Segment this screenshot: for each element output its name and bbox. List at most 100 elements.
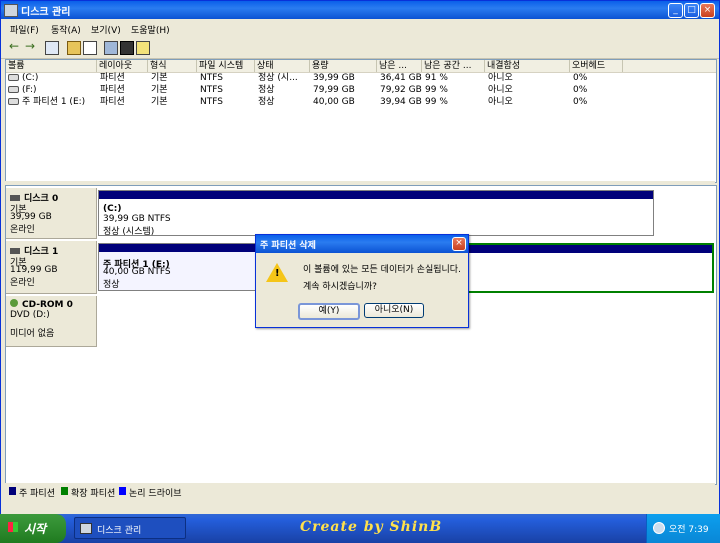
rescan-icon[interactable] (104, 41, 118, 55)
row-overhead: 0% (573, 85, 588, 95)
window-title: 디스크 관리 (21, 7, 71, 18)
row-type: 기본 (151, 97, 168, 107)
cdrom-0-name: CD-ROM 0 (10, 299, 73, 310)
row-capacity: 39,99 GB (313, 73, 355, 83)
drive-icon (8, 86, 19, 93)
list-icon[interactable] (136, 41, 150, 55)
refresh-icon[interactable] (83, 41, 97, 55)
column-free[interactable]: 남은 ... (377, 60, 422, 72)
row-layout: 파티션 (100, 97, 125, 107)
system-tray: 오전 7:39 (646, 514, 720, 543)
row-capacity: 40,00 GB (313, 97, 355, 107)
menu-bar: 파일(F) 동작(A) 보기(V) 도움말(H) (1, 20, 719, 37)
help-icon[interactable] (67, 41, 81, 55)
table-row[interactable]: (F:) 파티션 기본 NTFS 정상 79,99 GB 79,92 GB 99… (6, 84, 716, 96)
warning-icon-mark: ! (275, 268, 280, 279)
menu-view[interactable]: 보기(V) (91, 23, 121, 36)
column-status[interactable]: 상태 (255, 60, 310, 72)
drive-icon (8, 98, 19, 105)
row-filesystem: NTFS (200, 97, 223, 107)
back-arrow-icon[interactable]: ← (9, 40, 21, 53)
hard-disk-icon (10, 248, 20, 254)
volume-c[interactable]: (C:) 39,99 GB NTFS 정상 (시스템) (98, 190, 654, 237)
cdrom-0-status: 미디어 없음 (10, 329, 55, 339)
minimize-button[interactable]: _ (668, 3, 683, 18)
disk-icon[interactable] (120, 41, 134, 55)
column-type[interactable]: 형식 (148, 60, 197, 72)
column-layout[interactable]: 레이아웃 (97, 60, 148, 72)
column-fault-tolerance[interactable]: 내결함성 (485, 60, 570, 72)
credit-text: Create by ShinB (300, 519, 443, 535)
table-row[interactable]: (C:) 파티션 기본 NTFS 정상 (시... 39,99 GB 36,41… (6, 72, 716, 84)
yes-button[interactable]: 예(Y) (298, 303, 360, 320)
row-status: 정상 (258, 85, 275, 95)
volume-c-status: 정상 (시스템) (103, 227, 155, 237)
row-free: 36,41 GB (380, 73, 422, 83)
primary-partition-bar (99, 191, 653, 199)
legend: 주 파티션 확장 파티션 논리 드라이브 (5, 483, 715, 499)
title-bar[interactable]: 디스크 관리 _ □ × (1, 1, 719, 19)
volume-e-status: 정상 (103, 280, 120, 290)
table-row[interactable]: 주 파티션 1 (E:) 파티션 기본 NTFS 정상 40,00 GB 39,… (6, 96, 716, 108)
row-volume-cell: 주 파티션 1 (E:) (8, 96, 85, 108)
row-fault-tolerance: 아니오 (488, 85, 513, 95)
taskbar-button-disk-management[interactable]: 디스크 관리 (74, 517, 186, 539)
row-free-percent: 99 % (425, 97, 448, 107)
volume-list: 볼륨 레이아웃 형식 파일 시스템 상태 용량 남은 ... 남은 공간 ...… (5, 59, 717, 183)
row-fault-tolerance: 아니오 (488, 97, 513, 107)
forward-arrow-icon[interactable]: → (25, 40, 37, 53)
column-overhead[interactable]: 오버헤드 (570, 60, 623, 72)
disk-1-label[interactable]: 디스크 1 기본 119,99 GB 온라인 (6, 241, 97, 294)
menu-file[interactable]: 파일(F) (10, 23, 39, 36)
disk-0-label[interactable]: 디스크 0 기본 39,99 GB 온라인 (6, 188, 97, 239)
volume-e-size: 40,00 GB NTFS (103, 267, 171, 277)
row-volume-text: (C:) (22, 73, 39, 83)
row-type: 기본 (151, 73, 168, 83)
row-free: 39,94 GB (380, 97, 422, 107)
maximize-button[interactable]: □ (684, 3, 699, 18)
column-filesystem[interactable]: 파일 시스템 (197, 60, 255, 72)
row-status: 정상 (시... (258, 73, 298, 83)
row-free-percent: 99 % (425, 85, 448, 95)
primary-partition-bar (99, 244, 255, 252)
drive-icon (8, 74, 19, 81)
row-overhead: 0% (573, 73, 588, 83)
row-free-percent: 91 % (425, 73, 448, 83)
column-free-percent[interactable]: 남은 공간 ... (422, 60, 485, 72)
disk-0-status: 온라인 (10, 225, 35, 235)
cdrom-0-label[interactable]: CD-ROM 0 DVD (D:) 미디어 없음 (6, 296, 97, 347)
app-icon (80, 523, 92, 534)
hard-disk-icon (10, 195, 20, 201)
legend-primary-label: 주 파티션 (19, 489, 55, 499)
row-status: 정상 (258, 97, 275, 107)
menu-help[interactable]: 도움말(H) (131, 23, 170, 36)
dialog-question: 계속 하시겠습니까? (303, 282, 377, 292)
column-capacity[interactable]: 용량 (310, 60, 377, 72)
windows-logo-icon (8, 522, 18, 532)
disk-1-status: 온라인 (10, 278, 35, 288)
legend-logical-swatch (119, 487, 126, 495)
taskbar-button-label: 디스크 관리 (97, 526, 142, 536)
volume-c-label: (C:) (103, 204, 122, 214)
dialog-title: 주 파티션 삭제 (260, 241, 316, 251)
cdrom-icon (10, 299, 18, 307)
column-volume[interactable]: 볼륨 (6, 60, 97, 72)
start-button[interactable]: 시작 (0, 514, 66, 543)
tray-icon[interactable] (653, 522, 665, 534)
dialog-title-bar[interactable]: 주 파티션 삭제 × (256, 235, 468, 253)
disk-1-name-text: 디스크 1 (24, 247, 59, 257)
close-button[interactable]: × (700, 3, 715, 18)
row-type: 기본 (151, 85, 168, 95)
cdrom-0-name-text: CD-ROM 0 (22, 300, 73, 310)
row-volume-text: (F:) (22, 85, 37, 95)
row-layout: 파티션 (100, 85, 125, 95)
start-label: 시작 (24, 522, 47, 536)
properties-icon[interactable] (45, 41, 59, 55)
no-button[interactable]: 아니오(N) (364, 303, 424, 318)
dialog-close-button[interactable]: × (452, 237, 466, 251)
row-volume-text: 주 파티션 1 (E:) (22, 97, 86, 107)
row-filesystem: NTFS (200, 73, 223, 83)
volume-e[interactable]: 주 파티션 1 (E:) 40,00 GB NTFS 정상 (98, 243, 256, 291)
menu-action[interactable]: 동작(A) (51, 23, 81, 36)
cdrom-0-type: DVD (D:) (10, 310, 50, 320)
